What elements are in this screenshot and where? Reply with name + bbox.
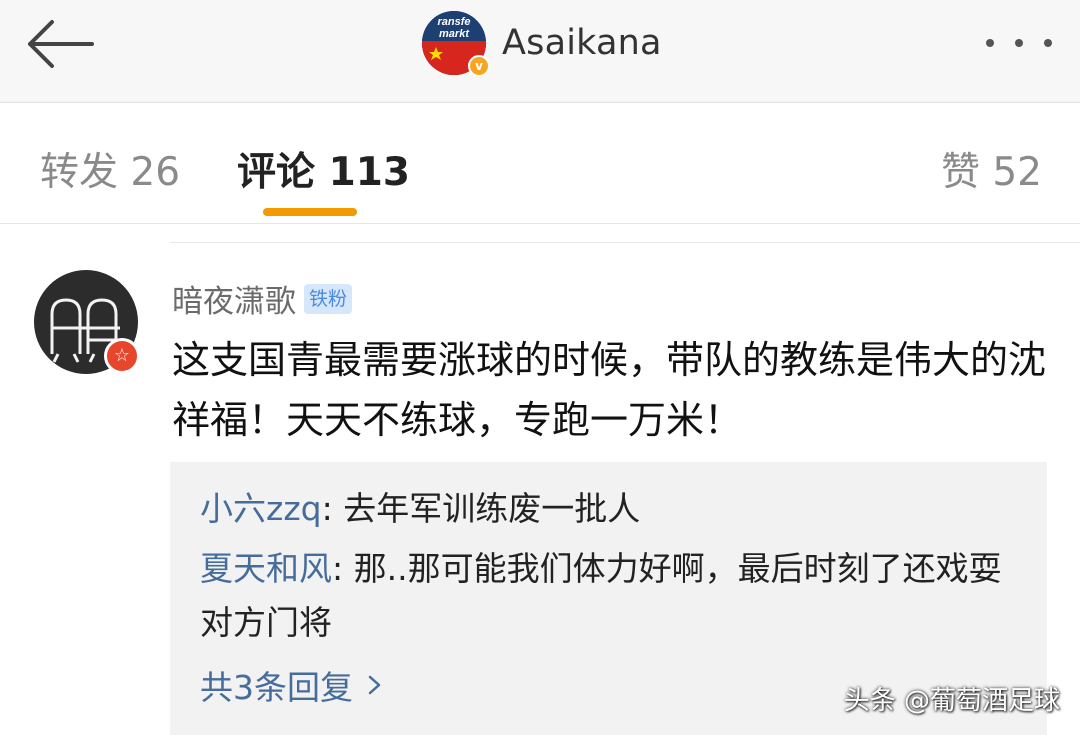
divider <box>170 242 1080 243</box>
commenter-avatar[interactable]: ☆ <box>34 270 140 374</box>
active-tab-indicator <box>263 208 357 216</box>
chevron-right-icon <box>368 675 381 695</box>
back-arrow-icon <box>28 20 94 68</box>
tab-reposts[interactable]: 转发 26 <box>40 141 180 197</box>
commenter-name[interactable]: 暗夜潇歌 <box>172 276 296 321</box>
top-bar: ransfe markt v Asaikana <box>0 0 1080 103</box>
header-user[interactable]: ransfe markt v Asaikana <box>422 10 662 77</box>
dot-icon <box>986 39 994 47</box>
comment-text: 这支国青最需要涨球的时候，带队的教练是伟大的沈祥福！天天不练球，专跑一万米！ <box>172 338 1047 442</box>
reply-item: 夏天和风: 那..那可能我们体力好啊，最后时刻了还戏耍对方门将 <box>200 542 1020 650</box>
tab-comments[interactable]: 评论 113 <box>237 141 410 197</box>
svg-text:markt: markt <box>439 28 470 40</box>
tab-bar: 转发 26 评论 113 赞 52 <box>0 103 1080 224</box>
fan-level-badge-icon: ☆ <box>104 338 140 374</box>
svg-text:ransfe: ransfe <box>437 16 470 28</box>
reply-author[interactable]: 小六zzq <box>200 489 322 528</box>
back-button[interactable] <box>22 14 98 74</box>
dot-icon <box>1044 39 1052 47</box>
more-replies-label: 共3条回复 <box>200 668 353 707</box>
reply-text: : 去年军训练废一批人 <box>321 489 641 528</box>
reply-item: 小六zzq: 去年军训练废一批人 <box>200 482 1020 536</box>
more-options-button[interactable] <box>986 30 1052 56</box>
fan-badge: 铁粉 <box>304 283 353 314</box>
tab-likes[interactable]: 赞 52 <box>941 141 1042 197</box>
commenter-info: 暗夜潇歌 铁粉 <box>172 276 353 321</box>
watermark: 头条 @葡萄酒足球 <box>843 686 1060 716</box>
reply-author[interactable]: 夏天和风 <box>200 549 332 588</box>
verified-badge-icon: v <box>468 55 490 77</box>
header-username[interactable]: Asaikana <box>502 23 662 63</box>
more-replies-link[interactable]: 共3条回复 <box>200 661 383 709</box>
dot-icon <box>1015 39 1023 47</box>
header-avatar[interactable]: ransfe markt v <box>422 11 490 77</box>
